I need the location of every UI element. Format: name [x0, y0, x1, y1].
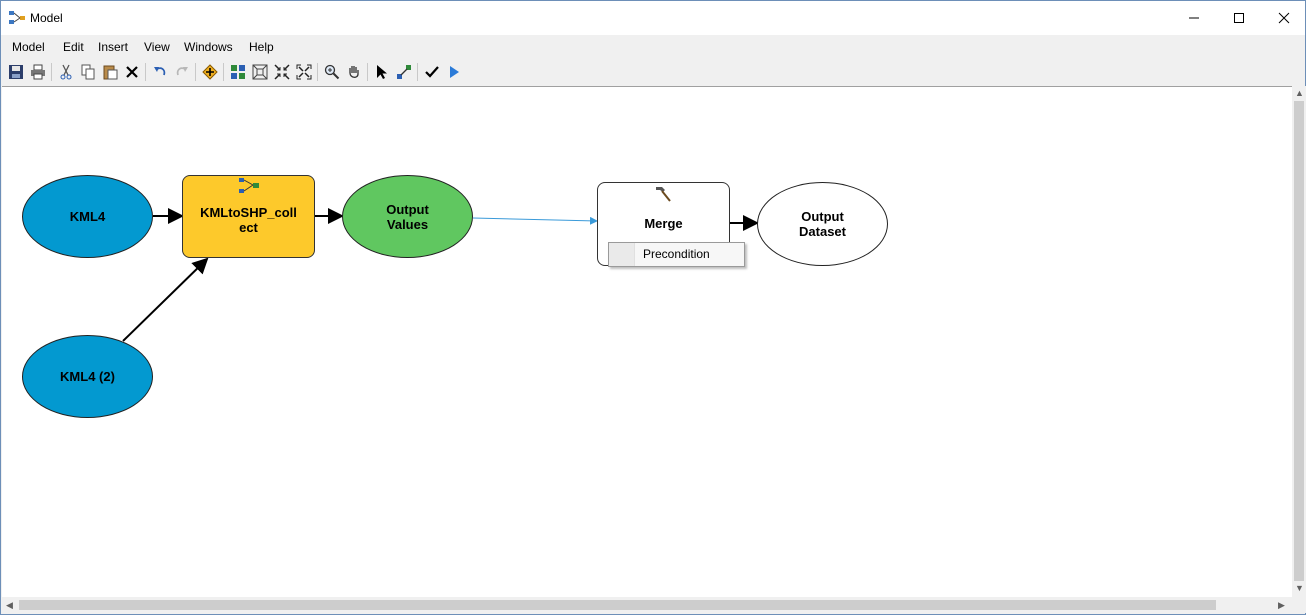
toolbar-separator	[417, 63, 418, 81]
node-kml4-2[interactable]: KML4 (2)	[22, 335, 153, 418]
model-window: Model Model Edit Insert View Windows Hel…	[0, 0, 1306, 615]
menu-model[interactable]: Model	[12, 40, 45, 54]
menu-windows[interactable]: Windows	[184, 40, 233, 54]
context-menu-item-precondition[interactable]: Precondition	[643, 247, 710, 261]
toolbar-separator	[367, 63, 368, 81]
close-icon	[1278, 12, 1290, 24]
node-merge-label: Merge	[644, 215, 683, 231]
maximize-button[interactable]	[1216, 1, 1262, 35]
vertical-scroll-thumb[interactable]	[1294, 101, 1304, 581]
zoom-in-fixed-icon	[274, 64, 290, 80]
zoom-out-fixed-button[interactable]	[295, 63, 313, 81]
cut-icon	[60, 64, 72, 80]
menu-help[interactable]: Help	[249, 40, 274, 54]
node-kml4-2-label: KML4 (2)	[60, 369, 115, 384]
menu-bar: Model Edit Insert View Windows Help	[1, 37, 1305, 57]
undo-icon	[154, 67, 166, 76]
node-kml4[interactable]: KML4	[22, 175, 153, 258]
validate-icon	[425, 66, 439, 78]
toolbar-separator	[51, 63, 52, 81]
run-button[interactable]	[445, 63, 463, 81]
print-button[interactable]	[29, 63, 47, 81]
scroll-down-icon[interactable]: ▼	[1295, 583, 1304, 593]
context-menu-gutter	[609, 243, 635, 266]
delete-icon	[126, 66, 138, 78]
zoom-icon	[324, 64, 340, 80]
context-menu: Precondition	[608, 242, 745, 267]
window-title: Model	[30, 11, 63, 25]
copy-button[interactable]	[79, 63, 97, 81]
scroll-up-icon[interactable]: ▲	[1295, 88, 1304, 98]
save-icon	[9, 65, 23, 79]
full-extent-icon	[252, 64, 268, 80]
add-data-icon	[202, 64, 218, 80]
redo-button[interactable]	[173, 63, 191, 81]
toolbar-separator	[317, 63, 318, 81]
node-kml4-label: KML4	[69, 209, 106, 224]
run-icon	[450, 66, 459, 78]
delete-button[interactable]	[123, 63, 141, 81]
copy-icon	[81, 64, 95, 80]
redo-icon	[176, 67, 188, 76]
validate-button[interactable]	[423, 63, 441, 81]
minimize-icon	[1189, 17, 1199, 19]
model-app-icon	[9, 11, 25, 24]
auto-layout-button[interactable]	[229, 63, 247, 81]
vertical-scrollbar[interactable]: ▲ ▼	[1292, 86, 1306, 597]
zoom-in-fixed-button[interactable]	[273, 63, 291, 81]
node-output-dataset[interactable]: Output Dataset	[757, 182, 888, 266]
paste-icon	[103, 65, 118, 80]
node-output-dataset-label: Output Dataset	[799, 209, 846, 239]
menu-view[interactable]: View	[144, 40, 170, 54]
connect-icon	[397, 65, 411, 79]
menu-insert[interactable]: Insert	[98, 40, 128, 54]
menu-edit[interactable]: Edit	[63, 40, 84, 54]
select-button[interactable]	[373, 63, 391, 81]
scroll-left-icon[interactable]: ◀	[6, 600, 13, 611]
zoom-button[interactable]	[323, 63, 341, 81]
toolbar-separator	[223, 63, 224, 81]
title-bar: Model	[1, 1, 1305, 35]
close-button[interactable]	[1261, 1, 1306, 35]
cut-button[interactable]	[57, 63, 75, 81]
toolbar	[1, 60, 1305, 84]
node-output-values[interactable]: Output Values	[342, 175, 473, 258]
pan-icon	[349, 66, 359, 78]
minimize-button[interactable]	[1171, 1, 1217, 35]
maximize-icon	[1234, 13, 1244, 23]
auto-layout-icon	[231, 65, 245, 79]
connector-kml4-2-to-tool[interactable]	[122, 257, 209, 342]
paste-button[interactable]	[101, 63, 119, 81]
save-button[interactable]	[7, 63, 25, 81]
print-icon	[31, 64, 45, 80]
scroll-right-icon[interactable]: ▶	[1278, 600, 1285, 611]
hammer-icon	[656, 187, 671, 202]
node-kmltoshp-collect[interactable]: KMLtoSHP_coll ect	[182, 175, 315, 258]
full-extent-button[interactable]	[251, 63, 269, 81]
node-kmltoshp-label: KMLtoSHP_coll ect	[200, 204, 297, 235]
add-data-button[interactable]	[201, 63, 219, 81]
submodel-icon	[239, 178, 259, 193]
pan-button[interactable]	[345, 63, 363, 81]
horizontal-scrollbar[interactable]: ◀ ▶	[2, 597, 1292, 613]
precondition-connector[interactable]	[472, 216, 598, 225]
horizontal-scroll-thumb[interactable]	[19, 600, 1216, 610]
zoom-out-fixed-icon	[296, 64, 312, 80]
node-output-values-label: Output Values	[386, 201, 429, 232]
toolbar-separator	[195, 63, 196, 81]
scrollbar-corner	[1292, 597, 1306, 613]
model-canvas[interactable]: KML4 KML4 (2) KMLtoSHP_coll ect Output V…	[2, 86, 1292, 597]
toolbar-separator	[145, 63, 146, 81]
select-icon	[377, 65, 387, 79]
undo-button[interactable]	[151, 63, 169, 81]
connector-layer	[122, 208, 759, 342]
connect-button[interactable]	[395, 63, 413, 81]
